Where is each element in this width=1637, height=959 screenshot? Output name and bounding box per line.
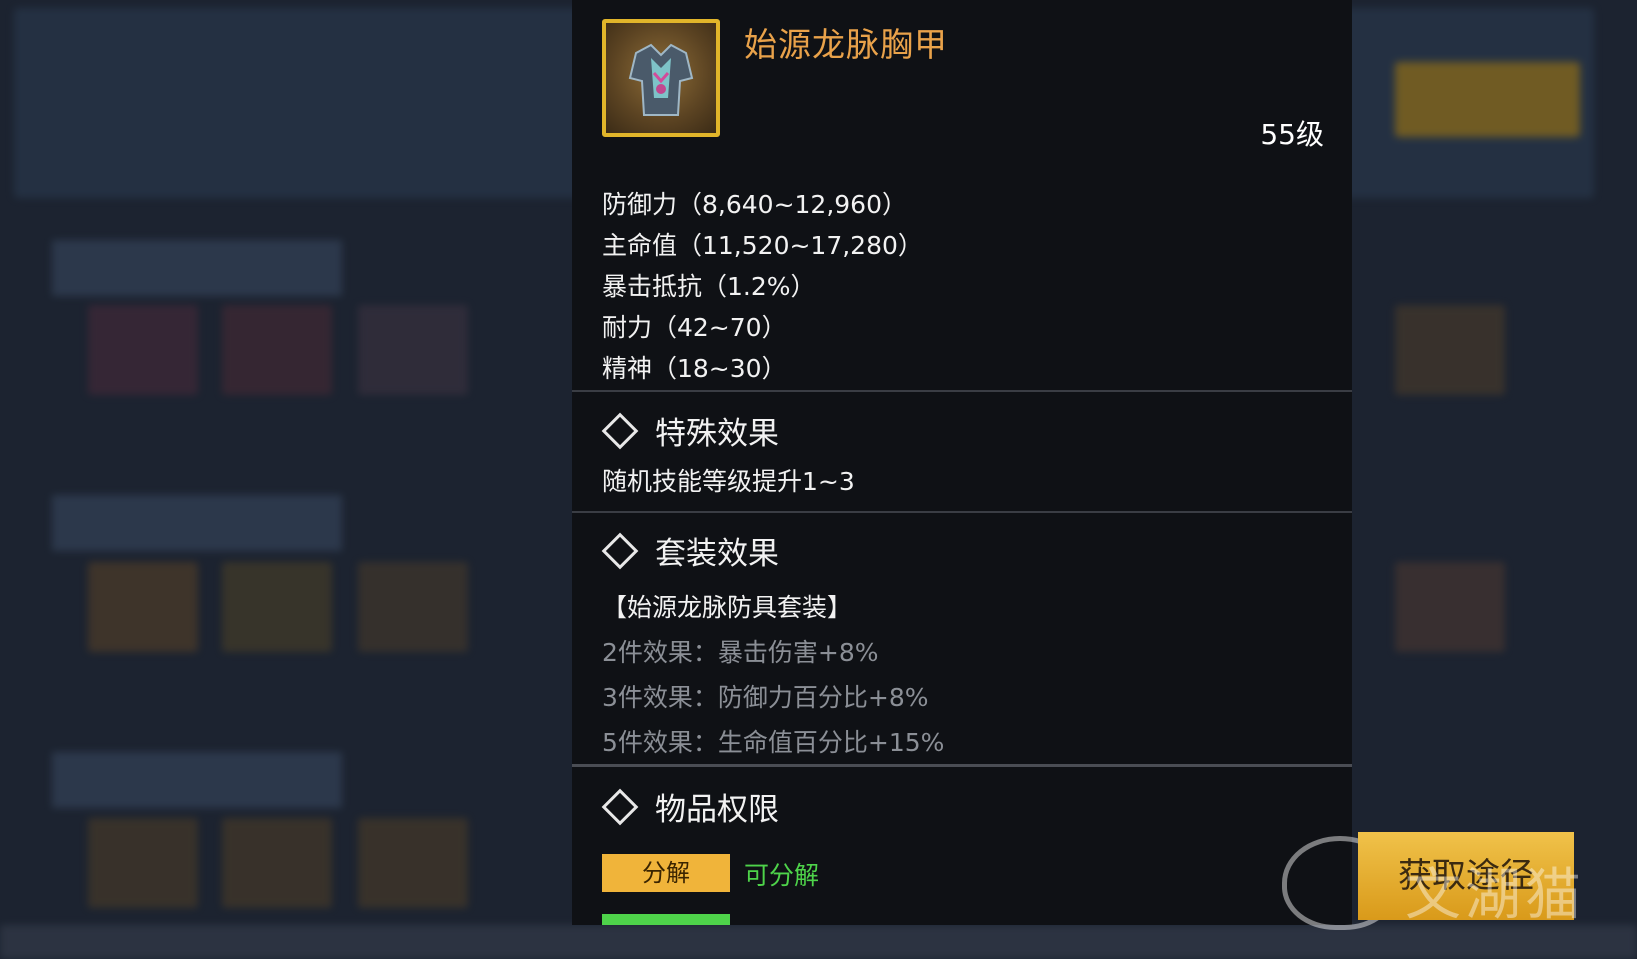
bg-item-card: [88, 305, 198, 395]
bg-item-card: [358, 818, 468, 908]
bg-item-card: [1395, 305, 1505, 395]
chest-armor-icon: [602, 19, 720, 137]
section-title: 特殊效果: [655, 416, 779, 452]
decompose-tag: 分解: [602, 854, 730, 892]
section-set: 套装效果: [601, 528, 779, 573]
item-tooltip-panel: 始源龙脉胸甲 55级 防御力（8,640~12,960） 主命值（11,520~…: [572, 0, 1352, 925]
bg-item-card: [1395, 562, 1505, 652]
watermark-text: 文湖猫: [1405, 863, 1585, 928]
section-permission: 物品权限: [601, 784, 779, 829]
bg-item-card: [222, 305, 332, 395]
stat-stamina: 耐力（42~70）: [602, 313, 787, 342]
stat-defense: 防御力（8,640~12,960）: [602, 190, 907, 219]
set-effect: 3件效果：防御力百分比+8%: [602, 683, 929, 712]
special-effect-text: 随机技能等级提升1~3: [602, 467, 855, 496]
item-name: 始源龙脉胸甲: [744, 25, 948, 64]
bg-bottom-bar: [0, 925, 1637, 959]
bg-item-card: [222, 562, 332, 652]
bg-item-card: [222, 818, 332, 908]
divider: [572, 390, 1352, 392]
bg-item-card: [358, 562, 468, 652]
diamond-icon: [601, 412, 639, 449]
diamond-icon: [601, 788, 639, 825]
bg-item-card: [88, 562, 198, 652]
set-name: 【始源龙脉防具套装】: [602, 593, 853, 622]
section-title: 物品权限: [655, 792, 779, 828]
bg-section-heading: [52, 240, 342, 296]
stat-hp: 主命值（11,520~17,280）: [602, 231, 923, 260]
stat-list: 防御力（8,640~12,960） 主命值（11,520~17,280） 暴击抵…: [602, 184, 923, 389]
section-title: 套装效果: [655, 536, 779, 572]
bg-item-card: [358, 305, 468, 395]
bg-top-button: [1395, 62, 1580, 137]
section-special: 特殊效果: [601, 408, 779, 453]
stat-crit-resist: 暴击抵抗（1.2%）: [602, 272, 816, 301]
item-level: 55级: [1260, 118, 1324, 151]
bg-section-heading: [52, 495, 342, 551]
stat-spirit: 精神（18~30）: [602, 354, 787, 383]
decompose-status: 可分解: [744, 861, 820, 890]
bg-section-heading: [52, 752, 342, 808]
bg-item-card: [88, 818, 198, 908]
set-effect: 2件效果：暴击伤害+8%: [602, 638, 879, 667]
divider: [572, 511, 1352, 513]
set-effect: 5件效果：生命值百分比+15%: [602, 728, 945, 757]
permission-tag-partial: [602, 914, 730, 925]
diamond-icon: [601, 532, 639, 569]
divider: [572, 764, 1352, 767]
